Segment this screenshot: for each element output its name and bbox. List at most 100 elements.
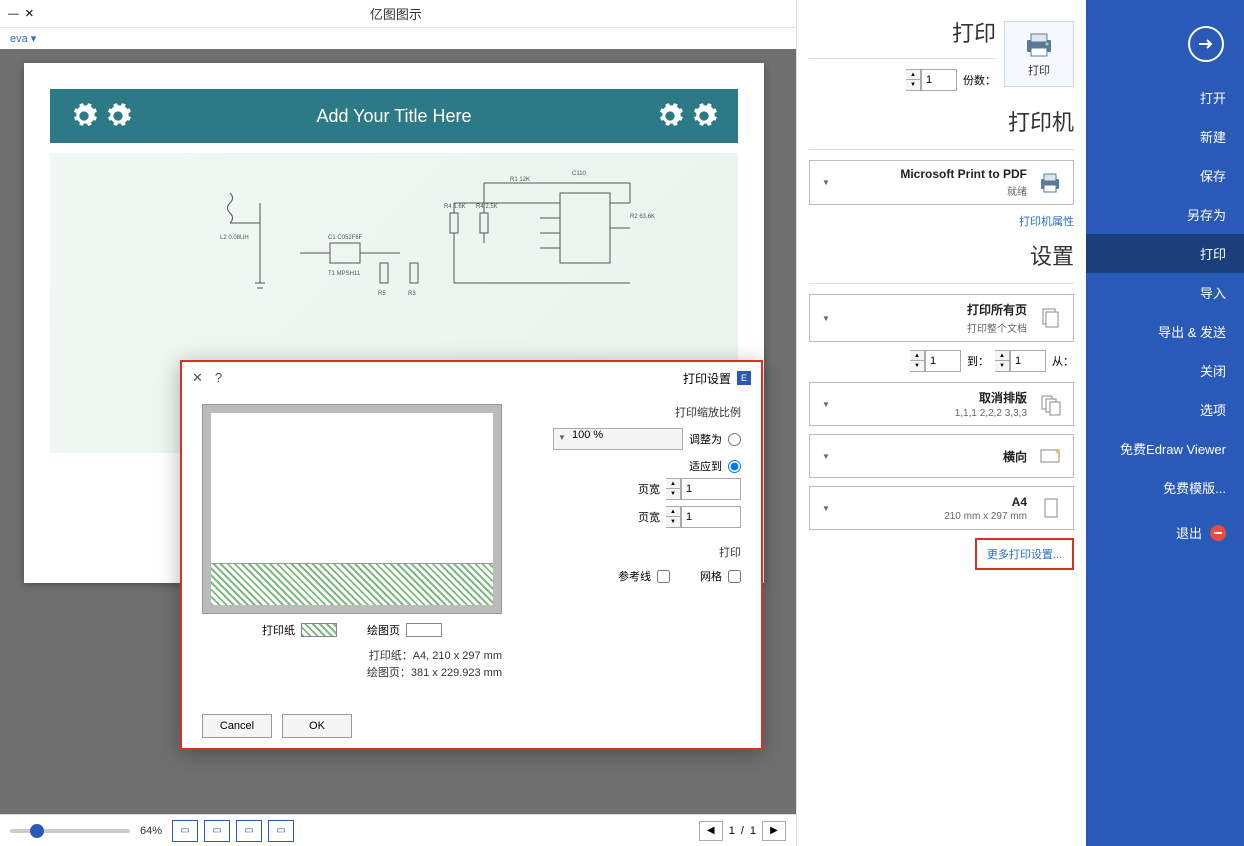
ok-button[interactable]: OK	[282, 714, 352, 738]
printer-icon	[1035, 168, 1065, 198]
printer-heading: 打印机	[809, 105, 1074, 137]
orientation-title: 横向	[834, 448, 1027, 465]
width-spinner[interactable]: ▲▼	[666, 478, 681, 500]
info-draw-page: 绘图页：381 x 229.923 mm	[202, 665, 502, 682]
paper-sub: 210 mm x 297 mm	[834, 511, 1027, 522]
svg-text:R4 2.5K: R4 2.5K	[476, 204, 498, 210]
nav-options[interactable]: 选项	[1086, 390, 1244, 429]
printer-icon	[1023, 30, 1055, 58]
pages-icon	[1035, 303, 1065, 333]
range-from-label: 从：	[1052, 353, 1074, 369]
slider-thumb[interactable]	[30, 824, 44, 838]
adjust-label: 调整为	[689, 431, 722, 447]
svg-text:R4 1.6K: R4 1.6K	[444, 204, 466, 210]
legend-print-label: 打印纸	[262, 622, 295, 638]
page-range-row: ▲▼ 到： ▲▼ 从：	[809, 350, 1074, 372]
nav-exit-label: 退出	[1176, 523, 1202, 542]
settings-heading: 设置	[809, 239, 1074, 271]
fit-radio[interactable]	[728, 460, 741, 473]
nav-print[interactable]: 打印	[1086, 234, 1244, 273]
width-label: 页宽	[638, 481, 660, 497]
height-input[interactable]	[681, 506, 741, 528]
chevron-down-icon: ▼	[818, 504, 834, 513]
svg-text:T1 MPSH11: T1 MPSH11	[328, 271, 361, 277]
zoom-page-icon[interactable]: ▭	[236, 820, 262, 842]
zoom-fit-icon[interactable]: ▭	[172, 820, 198, 842]
printer-select-card[interactable]: ▼ Microsoft Print to PDF 就绪	[809, 160, 1074, 205]
window-minimize[interactable]: —	[8, 8, 19, 20]
width-input[interactable]	[681, 478, 741, 500]
legend-draw-label: 绘图页	[367, 622, 400, 638]
legend-row: 打印纸 绘图页	[202, 622, 502, 638]
paper-card[interactable]: ▼ A4 210 mm x 297 mm	[809, 486, 1074, 530]
scale-group-title: 打印缩放比例	[522, 404, 741, 420]
page-next[interactable]: ▶	[762, 821, 786, 841]
cancel-button[interactable]: Cancel	[202, 714, 272, 738]
dialog-close-icon[interactable]: ✕	[192, 370, 203, 386]
collate-title: 取消排版	[834, 389, 1027, 406]
nav-saveas[interactable]: 另存为	[1086, 195, 1244, 234]
page-prev[interactable]: ◀	[699, 821, 723, 841]
dialog-preview	[202, 404, 502, 614]
nav-export[interactable]: 导出 & 发送	[1086, 312, 1244, 351]
copies-label: 份数：	[963, 72, 996, 88]
svg-text:C1 C052F6F: C1 C052F6F	[328, 235, 363, 241]
ref-checkbox[interactable]	[657, 570, 670, 583]
chevron-down-icon: ▼	[818, 400, 834, 409]
dialog-app-icon: E	[737, 371, 751, 385]
pages-card[interactable]: ▼ 打印所有页 打印整个文档	[809, 294, 1074, 342]
range-to-input[interactable]	[925, 350, 961, 372]
grid-checkbox[interactable]	[728, 570, 741, 583]
copies-row: ▲▼ 份数：	[809, 69, 996, 91]
range-from-input[interactable]	[1010, 350, 1046, 372]
zoom-slider[interactable]	[10, 829, 130, 833]
range-to-spinner[interactable]: ▲▼	[910, 350, 925, 372]
title-bar: — × 亿图图示	[0, 0, 796, 28]
back-button[interactable]	[1086, 20, 1244, 78]
more-print-settings-link[interactable]: 更多打印设置...	[975, 538, 1074, 570]
chevron-down-icon: ▼	[818, 178, 834, 187]
nav-new[interactable]: 新建	[1086, 117, 1244, 156]
copies-spinner-buttons[interactable]: ▲▼	[906, 69, 921, 91]
paper-icon	[1035, 493, 1065, 523]
nav-close[interactable]: 关闭	[1086, 351, 1244, 390]
doc-header: Add Your Title Here	[50, 89, 738, 143]
gear-icon	[690, 102, 718, 130]
orientation-card[interactable]: ▼ 横向	[809, 434, 1074, 478]
printer-status: 就绪	[834, 183, 1027, 198]
print-button[interactable]: 打印	[1004, 21, 1074, 87]
app-title: 亿图图示	[370, 4, 422, 23]
page-nav: ◀ 1 / 1 ▶	[699, 821, 786, 841]
page-now: 1	[729, 825, 735, 837]
print-heading: 打印	[809, 16, 996, 48]
nav-exit[interactable]: 退出	[1086, 513, 1244, 552]
adjust-percent-select[interactable]: 100 %	[553, 428, 683, 450]
nav-open[interactable]: 打开	[1086, 78, 1244, 117]
collate-card[interactable]: ▼ 取消排版 1,1,1 2,2,2 3,3,3	[809, 382, 1074, 426]
adjust-radio[interactable]	[728, 433, 741, 446]
save-indicator[interactable]: eva ▾	[0, 28, 796, 49]
chevron-down-icon: ▼	[818, 452, 834, 461]
range-to-label: 到：	[967, 353, 989, 369]
nav-templates[interactable]: 免费模版...	[1086, 468, 1244, 507]
ref-label: 参考线	[618, 568, 651, 584]
copies-input[interactable]	[921, 69, 957, 91]
printer-properties-link[interactable]: 打印机属性	[809, 213, 1074, 229]
preview-area: — × 亿图图示 eva ▾ Add Your Title Here	[0, 0, 796, 846]
nav-import[interactable]: 导入	[1086, 273, 1244, 312]
printer-name: Microsoft Print to PDF	[834, 167, 1027, 181]
backstage-sidebar: 打开 新建 保存 另存为 打印 导入 导出 & 发送 关闭 选项 免费Edraw…	[1086, 0, 1244, 846]
window-close[interactable]: ×	[25, 5, 34, 22]
dialog-help-icon[interactable]: ?	[215, 370, 222, 386]
height-spinner[interactable]: ▲▼	[666, 506, 681, 528]
collate-icon	[1035, 389, 1065, 419]
grid-label: 网格	[700, 568, 722, 584]
zoom-whole-icon[interactable]: ▭	[268, 820, 294, 842]
legend-draw-swatch	[406, 623, 442, 637]
page-total: 1	[750, 825, 756, 837]
nav-viewer[interactable]: 免费Edraw Viewer	[1086, 429, 1244, 468]
back-arrow-icon	[1188, 26, 1224, 62]
range-from-spinner[interactable]: ▲▼	[995, 350, 1010, 372]
zoom-width-icon[interactable]: ▭	[204, 820, 230, 842]
nav-save[interactable]: 保存	[1086, 156, 1244, 195]
